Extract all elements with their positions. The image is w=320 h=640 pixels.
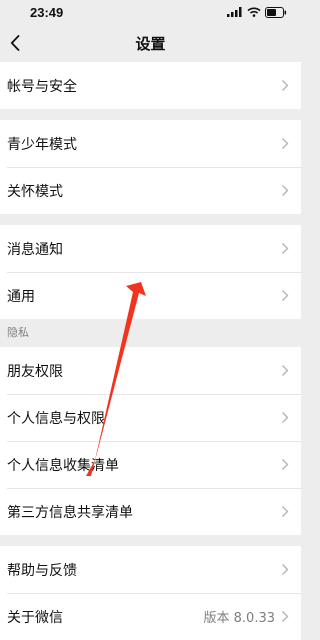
chevron-right-icon <box>282 80 289 91</box>
chevron-right-icon <box>282 290 289 301</box>
settings-row-general[interactable]: 通用 <box>0 272 301 319</box>
status-time: 23:49 <box>30 4 64 20</box>
back-chevron-icon <box>10 35 20 51</box>
row-label: 个人信息收集清单 <box>7 457 119 474</box>
back-button[interactable] <box>2 28 28 58</box>
settings-row-care-mode[interactable]: 关怀模式 <box>0 167 301 214</box>
row-label: 青少年模式 <box>7 136 77 153</box>
settings-row-third-party-sharing[interactable]: 第三方信息共享清单 <box>0 488 301 535</box>
version-value: 版本 8.0.33 <box>203 611 275 626</box>
settings-row-account-security[interactable]: 帐号与安全 <box>0 62 301 109</box>
settings-row-notifications[interactable]: 消息通知 <box>0 225 301 272</box>
group-gap <box>0 535 301 546</box>
settings-row-personal-info-collection[interactable]: 个人信息收集清单 <box>0 441 301 488</box>
chevron-right-icon <box>282 243 289 254</box>
settings-row-personal-info-permissions[interactable]: 个人信息与权限 <box>0 394 301 441</box>
settings-row-about-wechat[interactable]: 关于微信 版本 8.0.33 <box>0 593 301 640</box>
group-privacy: 朋友权限 个人信息与权限 个人信息收集清单 第三方信息共享清单 <box>0 347 301 535</box>
group-gap <box>0 109 301 120</box>
row-label: 朋友权限 <box>7 363 63 380</box>
row-label: 第三方信息共享清单 <box>7 504 133 521</box>
chevron-right-icon <box>282 185 289 196</box>
section-header-privacy: 隐私 <box>0 319 301 347</box>
chevron-right-icon <box>282 412 289 423</box>
battery-icon <box>265 6 287 18</box>
chevron-right-icon <box>282 365 289 376</box>
chevron-right-icon <box>282 506 289 517</box>
settings-row-teen-mode[interactable]: 青少年模式 <box>0 120 301 167</box>
row-label: 帮助与反馈 <box>7 562 77 579</box>
group-about: 帮助与反馈 关于微信 版本 8.0.33 <box>0 546 301 640</box>
chevron-right-icon <box>282 611 289 622</box>
status-bar: 23:49 <box>0 0 301 24</box>
chevron-right-icon <box>282 138 289 149</box>
group-account: 帐号与安全 <box>0 62 301 109</box>
status-icons <box>227 6 287 18</box>
nav-bar: 设置 <box>0 24 301 62</box>
wifi-icon <box>247 7 261 17</box>
row-label: 关于微信 <box>7 609 63 626</box>
group-gap <box>0 214 301 225</box>
group-modes: 青少年模式 关怀模式 <box>0 120 301 214</box>
page-title: 设置 <box>135 34 166 53</box>
row-label: 帐号与安全 <box>7 78 77 95</box>
row-label: 个人信息与权限 <box>7 410 105 427</box>
settings-row-friend-permissions[interactable]: 朋友权限 <box>0 347 301 394</box>
row-label: 关怀模式 <box>7 183 63 200</box>
chevron-right-icon <box>282 564 289 575</box>
row-label: 通用 <box>7 288 35 305</box>
chevron-right-icon <box>282 459 289 470</box>
settings-row-help-feedback[interactable]: 帮助与反馈 <box>0 546 301 593</box>
group-notifications: 消息通知 通用 <box>0 225 301 319</box>
signal-icon <box>227 7 242 17</box>
row-label: 消息通知 <box>7 241 63 258</box>
